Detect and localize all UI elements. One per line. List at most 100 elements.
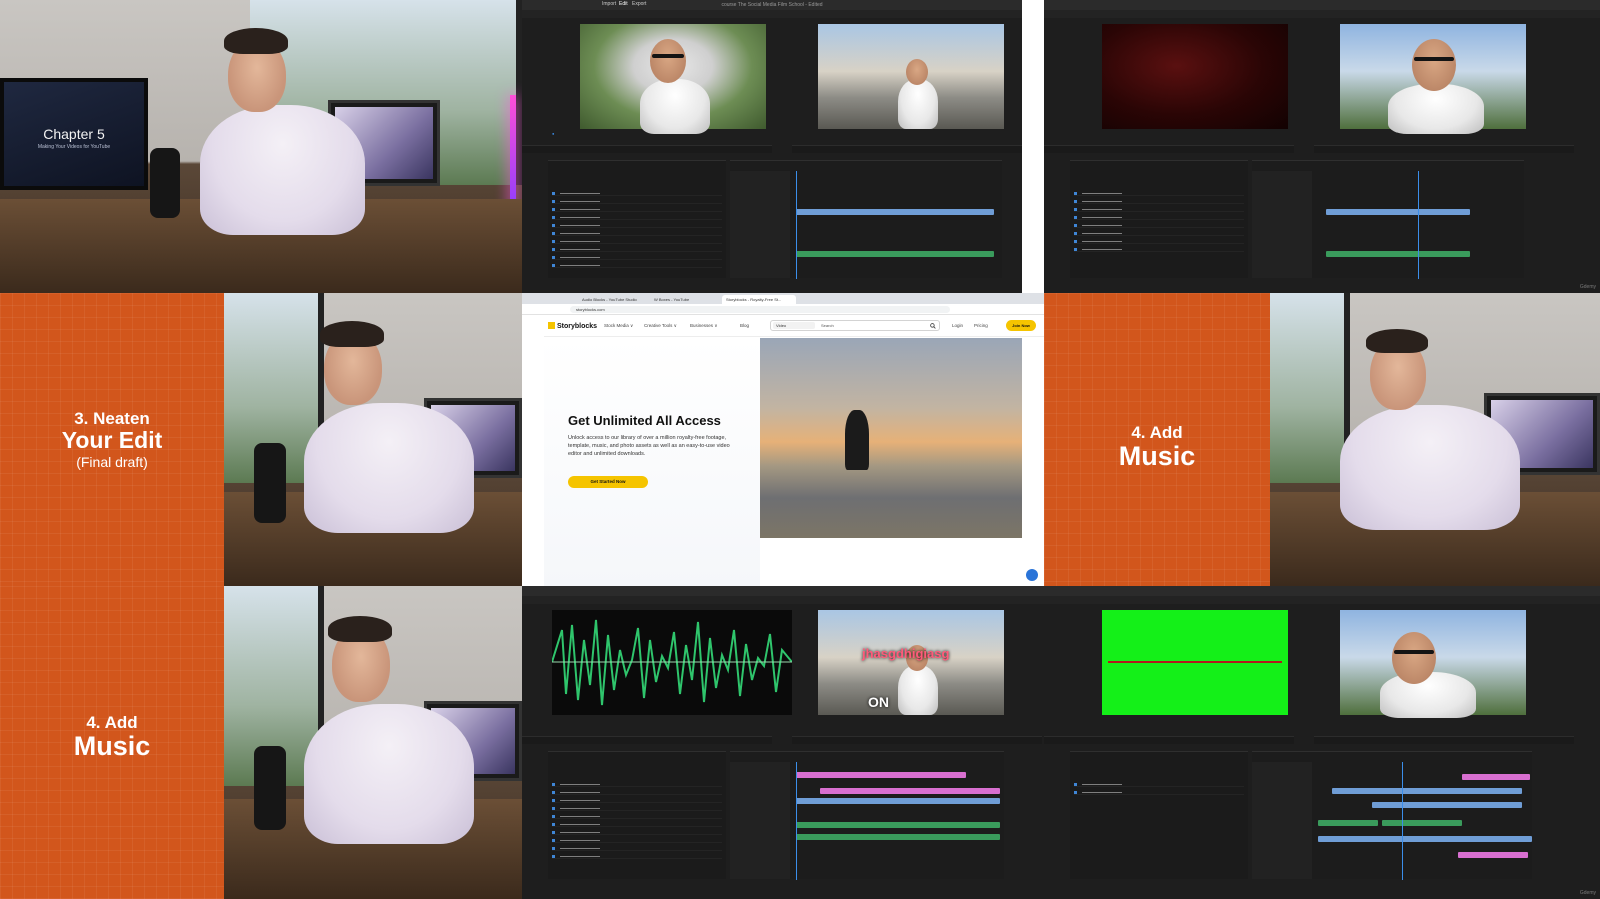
- track-headers[interactable]: [730, 762, 790, 879]
- join-now-button[interactable]: Join Now: [1006, 320, 1036, 331]
- editor-titlebar: [522, 586, 1044, 602]
- source-timecode: ●: [552, 131, 555, 136]
- timeline-panel[interactable]: [730, 751, 1004, 880]
- program-monitor[interactable]: [818, 24, 1004, 129]
- project-panel[interactable]: [1070, 160, 1248, 278]
- title-overlay-on[interactable]: ON: [868, 694, 889, 710]
- source-monitor-green[interactable]: [1102, 610, 1288, 715]
- timeline-clip-video-2[interactable]: [1372, 802, 1522, 808]
- timeline-clip-video-1[interactable]: [1332, 788, 1522, 794]
- source-transport[interactable]: [1044, 736, 1294, 744]
- source-monitor-waveform[interactable]: [551, 610, 793, 715]
- chat-icon[interactable]: [1026, 569, 1038, 581]
- card-music-left-line1: 4. Add: [86, 713, 138, 732]
- title-card-music-right: 4. Add Music: [1044, 293, 1270, 586]
- editor-panel-tabs[interactable]: [1044, 10, 1600, 18]
- scene-chapter-intro: Chapter 5 Making Your Videos for YouTube: [0, 0, 522, 293]
- timeline-playhead[interactable]: [1418, 171, 1419, 279]
- timeline-clip-audio-1[interactable]: [796, 822, 1000, 828]
- timeline-clip-audio-1[interactable]: [1318, 820, 1378, 826]
- timeline-clip-video[interactable]: [796, 209, 994, 215]
- hero-photo: [760, 338, 1022, 538]
- timeline-clip-title[interactable]: [1462, 774, 1530, 780]
- source-transport[interactable]: [1044, 145, 1294, 153]
- card-music-left-line2: Music: [73, 731, 151, 761]
- timeline-playhead[interactable]: [796, 762, 797, 880]
- source-monitor[interactable]: [580, 24, 766, 134]
- editor-window-2: Gdemy: [1044, 0, 1600, 293]
- browser-tab-1[interactable]: Audio Blocks - YouTube Studio: [578, 295, 648, 304]
- program-transport[interactable]: [1314, 736, 1574, 744]
- address-bar[interactable]: storyblocks.com: [570, 306, 950, 313]
- editor-window-4: Gdemy: [1044, 586, 1600, 899]
- program-transport[interactable]: [1314, 145, 1574, 153]
- pricing-link[interactable]: Pricing: [974, 323, 988, 328]
- timeline-clip-title[interactable]: [796, 772, 966, 778]
- program-monitor[interactable]: [1340, 24, 1526, 134]
- timeline-clip-audio[interactable]: [796, 251, 994, 257]
- source-transport[interactable]: [522, 145, 772, 153]
- timeline-clip-audio-2[interactable]: [796, 834, 1000, 840]
- timeline-playhead[interactable]: [796, 171, 797, 279]
- nav-blog[interactable]: Blog: [740, 323, 749, 328]
- browser-tab-strip: Audio Blocks - YouTube Studio W Boxes - …: [522, 293, 1044, 304]
- editor-window-1: Import Edit Export course The Social Med…: [522, 0, 1022, 293]
- project-panel[interactable]: [1070, 751, 1248, 879]
- track-headers[interactable]: [1252, 762, 1312, 879]
- nav-businesses[interactable]: Businesses ∨: [690, 323, 718, 329]
- storyblocks-nav: Storyblocks Stock Media ∨ Creative Tools…: [544, 315, 1044, 337]
- editor-panel-tabs[interactable]: [522, 596, 1044, 604]
- timeline-clip-video[interactable]: [796, 798, 1000, 804]
- timeline-clip-audio-3[interactable]: [1318, 836, 1532, 842]
- title-card-neaten: 3. Neaten Your Edit (Final draft): [0, 293, 224, 586]
- timeline-clip-audio-2[interactable]: [1382, 820, 1462, 826]
- presenter-body: [200, 105, 365, 235]
- title-overlay[interactable]: jhasgdhigiasg: [862, 646, 949, 661]
- source-monitor[interactable]: [1102, 24, 1288, 129]
- neon-light: [510, 95, 516, 215]
- editor-titlebar: Import Edit Export course The Social Med…: [522, 0, 1022, 16]
- search-input[interactable]: Search: [821, 323, 834, 328]
- nav-stock-media[interactable]: Stock Media ∨: [604, 323, 633, 329]
- mic-icon: [254, 443, 286, 523]
- video-collage: Chapter 5 Making Your Videos for YouTube…: [0, 0, 1600, 899]
- timeline-clip-audio[interactable]: [1326, 251, 1470, 257]
- program-monitor[interactable]: [1340, 610, 1526, 718]
- program-transport[interactable]: [792, 145, 1022, 153]
- search-field[interactable]: Video Search: [770, 320, 940, 331]
- browser-tab-2[interactable]: W Boxes - YouTube: [650, 295, 720, 304]
- project-panel[interactable]: [548, 751, 726, 879]
- editor-titlebar: [1044, 586, 1600, 602]
- search-scope-select[interactable]: Video: [773, 322, 815, 329]
- presenter-hair: [328, 616, 392, 642]
- timeline-panel[interactable]: [730, 160, 1002, 279]
- card-music-right-line2: Music: [1118, 441, 1196, 471]
- timeline-playhead[interactable]: [1402, 762, 1403, 880]
- search-icon[interactable]: [930, 323, 936, 329]
- scene-presenter-music-left: [224, 586, 522, 899]
- timeline-panel[interactable]: [1252, 751, 1532, 880]
- chapter-subtitle: Making Your Videos for YouTube: [37, 144, 111, 150]
- timeline-clip-graphics[interactable]: [820, 788, 1000, 794]
- timeline-clip-music[interactable]: [1458, 852, 1528, 858]
- editor-panel-tabs[interactable]: [1044, 596, 1600, 604]
- timeline-clip-video[interactable]: [1326, 209, 1470, 215]
- editor-panel-tabs[interactable]: [522, 10, 1022, 18]
- presenter-hair: [224, 28, 288, 54]
- track-headers[interactable]: [1252, 171, 1312, 278]
- login-link[interactable]: Login: [952, 323, 963, 328]
- chapter-title: Chapter 5: [43, 126, 105, 142]
- runner-figure: [845, 410, 869, 470]
- program-transport[interactable]: [792, 736, 1042, 744]
- source-transport[interactable]: [522, 736, 772, 744]
- program-monitor[interactable]: jhasgdhigiasg ON: [818, 610, 1004, 715]
- timeline-panel[interactable]: [1252, 160, 1524, 279]
- track-headers[interactable]: [730, 171, 790, 278]
- browser-tab-3[interactable]: Storyblocks - Royalty-Free St...: [722, 295, 796, 304]
- title-card-music-left: 4. Add Music: [0, 586, 224, 899]
- presenter-hair: [1366, 329, 1428, 353]
- project-panel[interactable]: [548, 160, 726, 278]
- nav-creative-tools[interactable]: Creative Tools ∨: [644, 323, 677, 329]
- storyblocks-logo[interactable]: Storyblocks: [548, 322, 597, 330]
- get-started-button[interactable]: Get Started Now: [568, 476, 648, 488]
